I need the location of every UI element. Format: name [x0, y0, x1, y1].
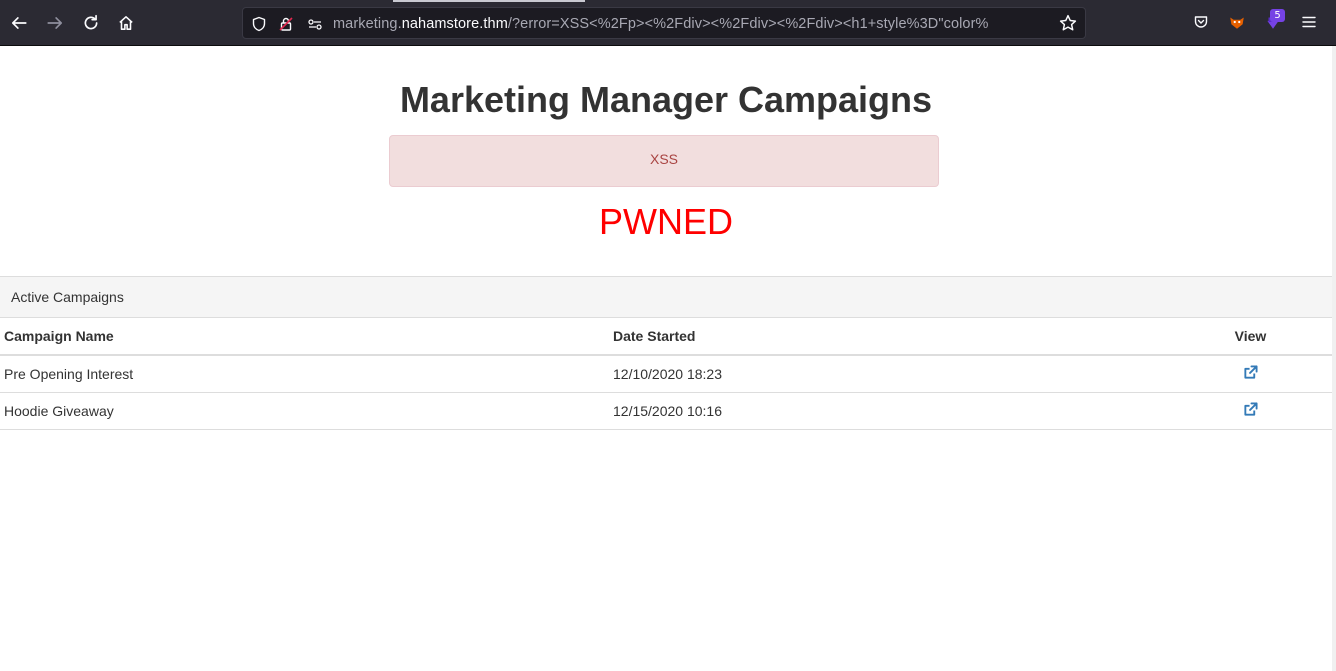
url-path: /?error=XSS<%2Fp><%2Fdiv><%2Fdiv><%2Fdiv… [507, 16, 989, 32]
date-started-cell: 12/10/2020 18:23 [609, 355, 1169, 393]
header-date-started: Date Started [609, 318, 1169, 356]
extensions-badge: 5 [1270, 9, 1285, 22]
back-button[interactable] [5, 9, 33, 37]
view-cell [1169, 392, 1332, 430]
error-alert: XSS [389, 135, 939, 187]
pocket-button[interactable] [1190, 11, 1212, 33]
external-link-icon [1243, 401, 1258, 416]
browser-toolbar: marketing.nahamstore.thm/?error=XSS<%2Fp… [0, 0, 1336, 46]
campaigns-table: Campaign Name Date Started View Pre Open… [0, 318, 1332, 430]
url-host: nahamstore.thm [401, 16, 508, 32]
back-icon [11, 17, 27, 29]
active-tab-indicator [393, 0, 585, 2]
injected-heading: PWNED [599, 201, 733, 242]
table-row: Pre Opening Interest 12/10/2020 18:23 [0, 355, 1332, 393]
shield-icon[interactable] [250, 15, 268, 33]
pocket-icon [1194, 16, 1208, 28]
app-menu-button[interactable] [1298, 11, 1320, 33]
campaign-name-cell: Pre Opening Interest [0, 355, 609, 393]
lock-icon[interactable] [277, 15, 295, 33]
table-row: Hoodie Giveaway 12/15/2020 10:16 [0, 392, 1332, 430]
reload-button[interactable] [77, 9, 105, 37]
page-title: Marketing Manager Campaigns [399, 79, 933, 120]
url-text[interactable]: marketing.nahamstore.thm/?error=XSS<%2Fp… [333, 16, 1051, 32]
reload-icon [84, 14, 98, 30]
forward-icon [47, 17, 63, 29]
campaign-name-cell: Hoodie Giveaway [0, 392, 609, 430]
external-link-icon [1243, 365, 1258, 379]
url-subdomain: marketing. [333, 16, 402, 32]
home-icon [119, 16, 133, 30]
page-content: Marketing Manager Campaigns XSS PWNED Ac… [0, 46, 1332, 671]
url-bar[interactable]: marketing.nahamstore.thm/?error=XSS<%2Fp… [242, 7, 1086, 39]
date-started-cell: 12/15/2020 10:16 [609, 392, 1169, 430]
extension-fox-button[interactable] [1226, 11, 1248, 33]
header-view: View [1169, 318, 1332, 356]
home-button[interactable] [112, 9, 140, 37]
view-campaign-link[interactable] [1243, 365, 1259, 381]
permissions-icon[interactable] [306, 15, 324, 33]
panel-heading: Active Campaigns [0, 276, 1332, 318]
table-header-row: Campaign Name Date Started View [0, 318, 1332, 356]
scrollbar-track[interactable] [1332, 46, 1336, 671]
menu-icon [1302, 16, 1316, 28]
forward-button[interactable] [41, 9, 69, 37]
view-cell [1169, 355, 1332, 393]
bookmark-star-button[interactable] [1059, 14, 1079, 34]
extension-icon [1230, 17, 1244, 29]
header-campaign-name: Campaign Name [0, 318, 609, 356]
star-icon [1059, 14, 1077, 31]
view-campaign-link[interactable] [1243, 401, 1259, 418]
